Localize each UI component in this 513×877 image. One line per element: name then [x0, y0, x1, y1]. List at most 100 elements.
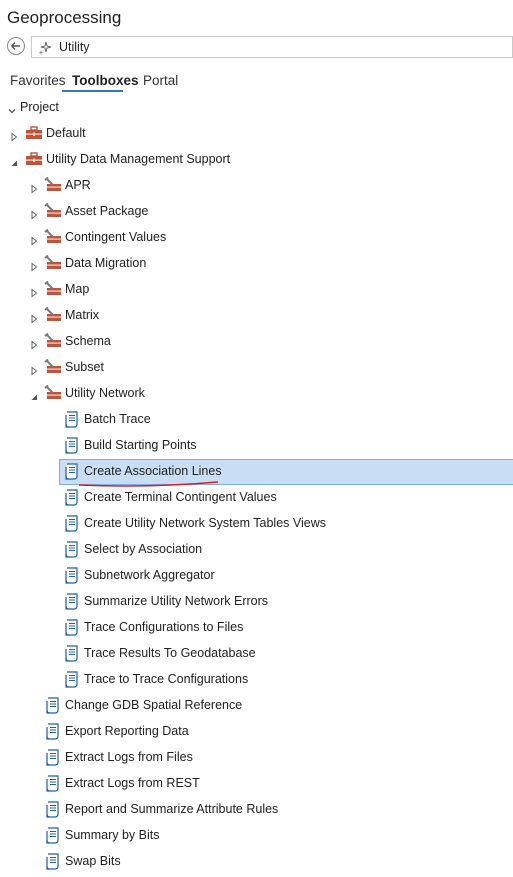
toolbox-icon — [25, 125, 43, 146]
toolset-icon — [44, 358, 62, 380]
script-tool-icon — [64, 489, 80, 511]
back-button[interactable] — [7, 37, 25, 55]
tree-item-toolset[interactable]: Map — [0, 277, 513, 303]
expand-arrow-icon[interactable] — [29, 207, 39, 220]
expand-arrow-icon[interactable] — [29, 285, 39, 298]
tree-item-label: Trace to Trace Configurations — [84, 672, 249, 686]
tree-item-tool[interactable]: Extract Logs from REST — [0, 771, 513, 797]
tree-item-label: Default — [46, 126, 86, 140]
script-tool-icon — [45, 801, 61, 823]
script-tool-icon — [64, 619, 80, 641]
expand-arrow-icon[interactable] — [29, 233, 39, 246]
tree-item-label: Trace Results To Geodatabase — [84, 646, 256, 660]
toolset-icon — [44, 306, 62, 328]
toolset-icon — [44, 280, 62, 302]
tree-item-toolset[interactable]: Contingent Values — [0, 225, 513, 251]
tree-item-tool[interactable]: Batch Trace — [0, 407, 513, 433]
tree-item-utility-network[interactable]: Utility Network — [0, 381, 513, 407]
tree-item-tool[interactable]: Build Starting Points — [0, 433, 513, 459]
tree-item-label: Build Starting Points — [84, 438, 197, 452]
chevron-down-icon[interactable] — [7, 103, 17, 114]
tree-item-tool[interactable]: Export Reporting Data — [0, 719, 513, 745]
collapse-arrow-icon[interactable] — [9, 155, 19, 166]
tab-favorites[interactable]: Favorites — [10, 73, 66, 88]
tree-item-tool[interactable]: Create Utility Network System Tables Vie… — [0, 511, 513, 537]
tree-item-label: Select by Association — [84, 542, 203, 556]
toolset-icon — [44, 176, 62, 198]
tree-item-label: Data Migration — [65, 256, 147, 270]
script-tool-icon — [45, 853, 61, 875]
tree-item-tool[interactable]: Swap Bits — [0, 849, 513, 875]
script-tool-icon — [64, 671, 80, 693]
script-tool-icon — [64, 515, 80, 537]
tree-item-label: Summary by Bits — [65, 828, 160, 842]
script-tool-icon — [64, 593, 80, 615]
tree-item-tool-selected[interactable]: Create Association Lines — [0, 459, 513, 485]
tree-item-tool[interactable]: Trace Results To Geodatabase — [0, 641, 513, 667]
collapse-arrow-icon[interactable] — [29, 389, 39, 400]
toolset-icon — [44, 384, 62, 406]
toolset-icon — [44, 202, 62, 224]
expand-arrow-icon[interactable] — [29, 311, 39, 324]
tree-item-toolset[interactable]: APR — [0, 173, 513, 199]
tree-item-toolset[interactable]: Subset — [0, 355, 513, 381]
tree-item-tool[interactable]: Change GDB Spatial Reference — [0, 693, 513, 719]
tree-item-tool[interactable]: Report and Summarize Attribute Rules — [0, 797, 513, 823]
tree-item-default[interactable]: Default — [0, 121, 513, 147]
tree-item-tool[interactable]: Extract Logs from Files — [0, 745, 513, 771]
script-tool-icon — [45, 775, 61, 797]
tree-item-label: Asset Package — [65, 204, 149, 218]
script-tool-icon — [64, 541, 80, 563]
expand-arrow-icon[interactable] — [29, 259, 39, 272]
tree-item-tool[interactable]: Subnetwork Aggregator — [0, 563, 513, 589]
tree-item-tool[interactable]: Trace to Trace Configurations — [0, 667, 513, 693]
toolset-icon — [44, 332, 62, 354]
script-tool-icon — [45, 749, 61, 771]
tree-item-toolset[interactable]: Schema — [0, 329, 513, 355]
panel-title: Geoprocessing — [7, 8, 122, 27]
tree-item-label: APR — [65, 178, 91, 192]
tree-item-label: Contingent Values — [65, 230, 167, 244]
tree-item-toolset[interactable]: Data Migration — [0, 251, 513, 277]
tree-item-project[interactable]: Project — [0, 95, 513, 121]
script-tool-icon — [64, 411, 80, 433]
tree-item-tool[interactable]: Create Terminal Contingent Values — [0, 485, 513, 511]
search-input[interactable]: Utility — [31, 36, 513, 58]
tree-item-toolset[interactable]: Asset Package — [0, 199, 513, 225]
tree-item-tool[interactable]: Trace Configurations to Files — [0, 615, 513, 641]
back-arrow-icon — [10, 42, 20, 50]
tab-portal[interactable]: Portal — [143, 73, 178, 88]
search-row: Utility — [7, 36, 513, 58]
expand-arrow-icon[interactable] — [29, 337, 39, 350]
toolset-icon — [44, 228, 62, 250]
tree-item-label: Project — [20, 100, 59, 114]
script-tool-icon — [64, 645, 80, 667]
tree-item-label: Trace Configurations to Files — [84, 620, 244, 634]
expand-arrow-icon[interactable] — [29, 363, 39, 376]
tree-item-label: Create Terminal Contingent Values — [84, 490, 277, 504]
expand-arrow-icon[interactable] — [29, 181, 39, 194]
tree-item-tool[interactable]: Select by Association — [0, 537, 513, 563]
expand-arrow-icon[interactable] — [9, 129, 19, 142]
tree-item-utility-data-management-support[interactable]: Utility Data Management Support — [0, 147, 513, 173]
red-underline-annotation — [78, 481, 219, 487]
tree-item-label: Schema — [65, 334, 111, 348]
tree-item-label: Summarize Utility Network Errors — [84, 594, 269, 608]
tree-item-label: Extract Logs from REST — [65, 776, 200, 790]
tab-toolboxes[interactable]: Toolboxes — [72, 73, 139, 88]
search-value: Utility — [59, 40, 90, 54]
script-tool-icon — [45, 827, 61, 849]
tree-item-label: Export Reporting Data — [65, 724, 189, 738]
tree-item-label: Batch Trace — [84, 412, 151, 426]
tree-item-tool[interactable]: Summarize Utility Network Errors — [0, 589, 513, 615]
tree-item-label: Change GDB Spatial Reference — [65, 698, 243, 712]
script-tool-icon — [64, 437, 80, 459]
tree-item-tool[interactable]: Summary by Bits — [0, 823, 513, 849]
tree-item-toolset[interactable]: Matrix — [0, 303, 513, 329]
script-tool-icon — [45, 723, 61, 745]
tree-item-label: Matrix — [65, 308, 100, 322]
tree-item-label: Create Association Lines — [84, 464, 222, 478]
sparkle-search-icon — [38, 41, 52, 55]
tree-item-label: Utility Network — [65, 386, 145, 400]
tree-item-label: Map — [65, 282, 90, 296]
